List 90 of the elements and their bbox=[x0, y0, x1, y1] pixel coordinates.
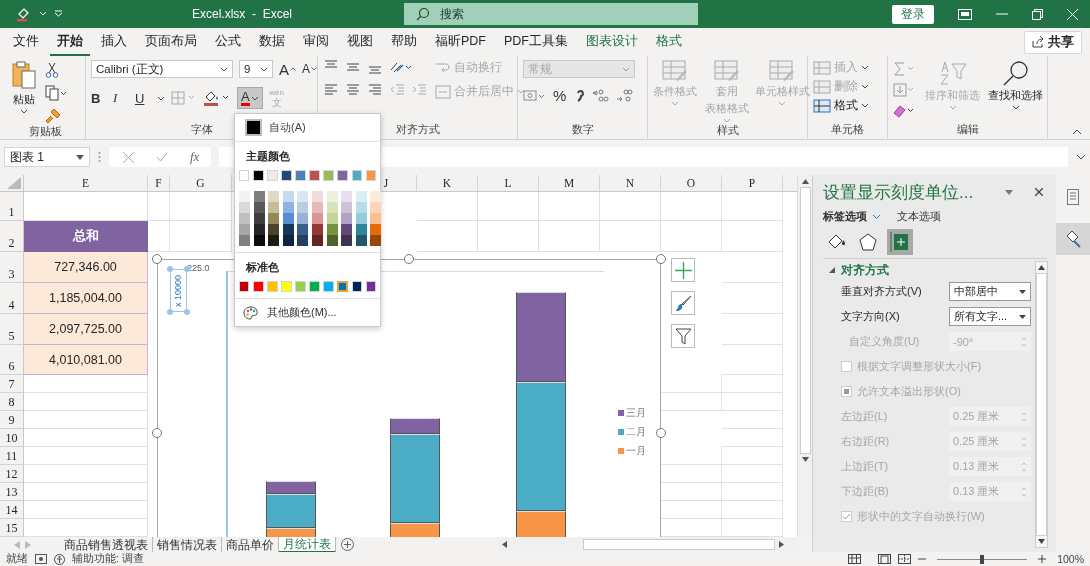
display-unit-label[interactable]: x 10000 bbox=[167, 266, 190, 315]
menu-heading: 标准色 bbox=[245, 260, 280, 275]
column-header[interactable]: M bbox=[539, 175, 600, 191]
bold-button[interactable]: B bbox=[91, 90, 107, 106]
ribbon-tab[interactable]: 图表设计 bbox=[579, 28, 645, 56]
name-box[interactable]: 图表 1 bbox=[4, 147, 90, 167]
table-cell: 4,010,081.00 bbox=[24, 345, 148, 375]
table-cell: 1,185,004.00 bbox=[24, 283, 148, 314]
ribbon-tab[interactable]: PDF工具集 bbox=[497, 28, 575, 56]
table-header: 总和 bbox=[24, 221, 148, 252]
group-label: 单元格 bbox=[831, 122, 864, 137]
row-header[interactable]: 5 bbox=[0, 314, 24, 345]
underline-button[interactable]: U bbox=[135, 90, 151, 106]
search-box[interactable]: 搜索 bbox=[404, 3, 698, 25]
field-label: 自定义角度(U) bbox=[849, 334, 920, 349]
menu-heading: 主题颜色 bbox=[245, 149, 291, 164]
legend-label: 三月 bbox=[626, 406, 646, 420]
section-title[interactable]: 对齐方式 bbox=[841, 262, 889, 278]
paste-button[interactable]: 粘贴 bbox=[11, 60, 37, 114]
italic-button[interactable]: I bbox=[113, 90, 129, 106]
column-header[interactable]: N bbox=[600, 175, 661, 191]
column-header[interactable]: K bbox=[417, 175, 478, 191]
zoom-level[interactable]: 100% bbox=[1057, 553, 1084, 565]
row-header[interactable]: 14 bbox=[0, 501, 24, 519]
row-header[interactable]: 10 bbox=[0, 429, 24, 447]
ribbon-tab[interactable]: 视图 bbox=[340, 28, 380, 56]
field-label: 下边距(B) bbox=[841, 484, 889, 499]
column-header[interactable]: G bbox=[170, 175, 232, 191]
row-header[interactable]: 13 bbox=[0, 483, 24, 501]
group-label: 剪贴板 bbox=[29, 124, 62, 139]
row-header[interactable]: 12 bbox=[0, 465, 24, 483]
sign-in-button[interactable]: 登录 bbox=[892, 4, 934, 24]
table-cell: 727,346.00 bbox=[24, 252, 148, 283]
group-label: 字体 bbox=[190, 122, 213, 137]
automatic-color-item[interactable]: 自动(A) bbox=[235, 117, 380, 137]
field-label: 上边距(T) bbox=[841, 459, 889, 474]
more-colors-item[interactable]: 其他颜色(M)... bbox=[235, 303, 380, 322]
dropdown-field[interactable]: 中部居中 bbox=[949, 282, 1031, 301]
window-title: Excel.xlsx - Excel bbox=[192, 7, 294, 21]
row-header[interactable]: 11 bbox=[0, 447, 24, 465]
ribbon-tab[interactable]: 福昕PDF bbox=[428, 28, 493, 56]
column-header[interactable]: F bbox=[148, 175, 170, 191]
column-header[interactable]: L bbox=[478, 175, 539, 191]
row-header[interactable]: 9 bbox=[0, 411, 24, 429]
find-select-button[interactable]: 查找和选择 bbox=[988, 60, 1043, 110]
accessibility-status[interactable]: 辅助功能: 调查 bbox=[72, 552, 144, 566]
dropdown-field[interactable]: 所有文字... bbox=[949, 307, 1031, 326]
font-name-field[interactable]: Calibri (正文) bbox=[91, 60, 233, 78]
ribbon-tab[interactable]: 公式 bbox=[208, 28, 248, 56]
field-label: 文字方向(X) bbox=[841, 309, 900, 324]
legend-label: 一月 bbox=[626, 444, 646, 458]
row-header[interactable]: 15 bbox=[0, 519, 24, 537]
table-cell: 2,097,725.00 bbox=[24, 314, 148, 345]
ribbon-tab[interactable]: 审阅 bbox=[296, 28, 336, 56]
ribbon-tab[interactable]: 插入 bbox=[94, 28, 134, 56]
group-label: 数字 bbox=[571, 122, 594, 137]
pane-title: 设置显示刻度单位... bbox=[823, 181, 975, 204]
search-field[interactable]: 搜索 bbox=[440, 7, 640, 21]
ribbon-tab[interactable]: 页面布局 bbox=[138, 28, 204, 56]
shrink-font-button[interactable]: A bbox=[302, 62, 318, 76]
font-size-field[interactable]: 9 bbox=[239, 60, 273, 78]
column-header[interactable]: E bbox=[24, 175, 148, 191]
insert-function-button[interactable]: fx bbox=[190, 149, 200, 165]
column-header[interactable]: P bbox=[722, 175, 783, 191]
font-color-button[interactable]: A bbox=[237, 87, 263, 109]
field-label: 左边距(L) bbox=[841, 409, 888, 424]
column-header[interactable]: O bbox=[661, 175, 722, 191]
legend-label: 二月 bbox=[626, 425, 646, 439]
field-label: 右边距(R) bbox=[841, 434, 890, 449]
grow-font-button[interactable]: A bbox=[279, 60, 296, 78]
group-label: 对齐方式 bbox=[395, 122, 440, 137]
row-header[interactable]: 3 bbox=[0, 252, 24, 283]
row-header[interactable]: 7 bbox=[0, 375, 24, 393]
row-header[interactable]: 4 bbox=[0, 283, 24, 314]
row-header[interactable]: 8 bbox=[0, 393, 24, 411]
ribbon-tab[interactable]: 帮助 bbox=[384, 28, 424, 56]
group-label: 编辑 bbox=[956, 122, 979, 137]
ribbon-tab[interactable]: 格式 bbox=[649, 28, 689, 56]
pane-tab[interactable]: 文本选项 bbox=[897, 209, 941, 224]
ribbon-tab[interactable]: 数据 bbox=[252, 28, 292, 56]
row-header[interactable]: 2 bbox=[0, 221, 24, 252]
cells-button[interactable]: 格式 bbox=[813, 98, 869, 113]
ribbon-tab[interactable]: 文件 bbox=[6, 28, 46, 56]
share-button[interactable]: 共享 bbox=[1024, 30, 1082, 54]
group-label: 样式 bbox=[716, 123, 739, 138]
pane-tab[interactable]: 标签选项 bbox=[823, 209, 881, 224]
row-header[interactable]: 6 bbox=[0, 345, 24, 375]
status-text: 就绪 bbox=[6, 552, 28, 566]
row-header[interactable]: 1 bbox=[0, 192, 24, 221]
field-label: 垂直对齐方式(V) bbox=[841, 284, 922, 299]
